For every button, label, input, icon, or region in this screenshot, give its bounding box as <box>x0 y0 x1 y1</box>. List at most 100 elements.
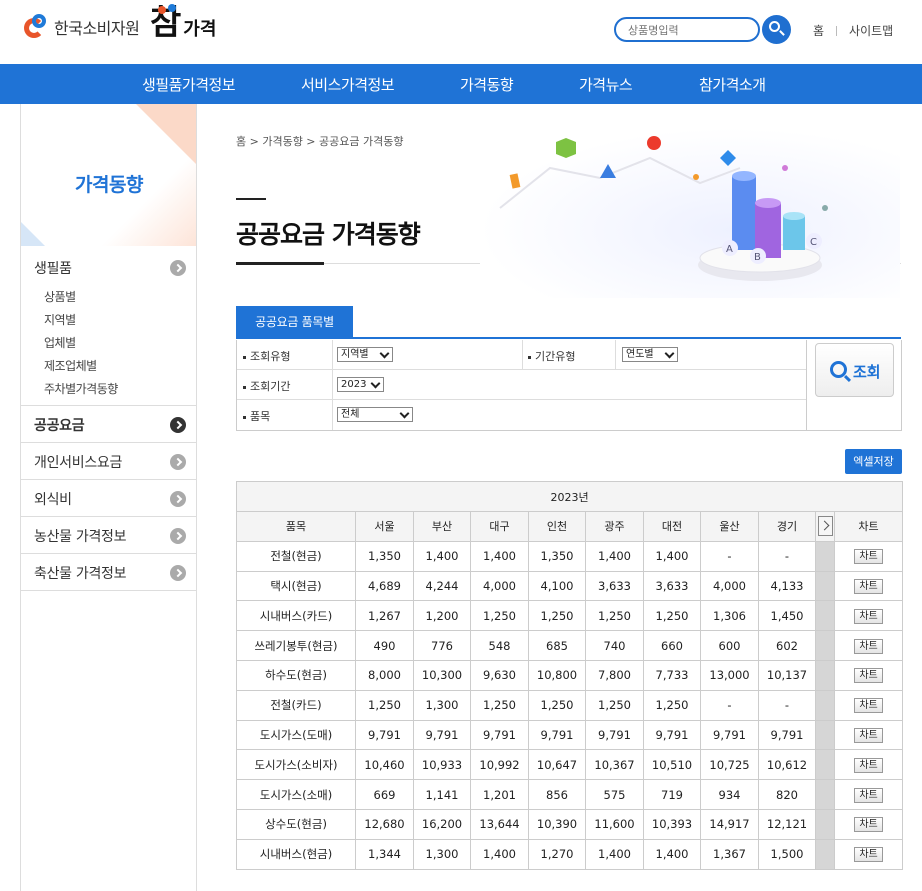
org-logo[interactable]: 한국소비자원 <box>24 14 140 40</box>
sidebar-item-daily-goods[interactable]: 생필품 <box>21 246 197 286</box>
column-header-region: 부산 <box>413 511 471 542</box>
search-input[interactable] <box>628 24 758 37</box>
lookup-label: 조회 <box>853 363 881 381</box>
chart-button[interactable]: 차트 <box>854 638 883 654</box>
tab-public-utilities-by-item[interactable]: 공공요금 품목별 <box>236 306 353 338</box>
main-nav: 생필품가격정보 서비스가격정보 가격동향 가격뉴스 참가격소개 <box>0 64 922 104</box>
chart-cell: 차트 <box>833 808 904 840</box>
org-name: 한국소비자원 <box>54 19 140 38</box>
price-cell: 10,300 <box>413 659 471 691</box>
nav-price-trends[interactable]: 가격동향 <box>460 74 514 95</box>
nav-about[interactable]: 참가격소개 <box>699 74 766 95</box>
side-nav-menu: 생필품 상품별 지역별 업체별 제조업체별 주차별가격동향 공공요금 개인서비스… <box>21 246 197 591</box>
chart-button[interactable]: 차트 <box>854 817 883 833</box>
chart-cell: 차트 <box>833 659 904 691</box>
site-header: 한국소비자원 참 가격 홈 사이트맵 <box>0 0 922 64</box>
nav-service-prices[interactable]: 서비스가격정보 <box>301 74 395 95</box>
price-cell: 7,733 <box>643 659 701 691</box>
price-cell: 10,612 <box>758 749 816 781</box>
excel-save-button[interactable]: 엑셀저장 <box>845 449 902 474</box>
column-header-region: 광주 <box>585 511 644 542</box>
table-row: 도시가스(소비자) 10,460 10,933 10,992 10,647 10,367 1… <box>236 749 904 781</box>
sidebar-subitem-weekly[interactable]: 주차별가격동향 <box>44 378 197 401</box>
column-header-item: 품목 <box>236 511 356 542</box>
scroll-gutter-cell <box>815 808 835 840</box>
sidebar-subitem-product[interactable]: 상품별 <box>44 286 197 309</box>
scroll-gutter-cell <box>815 719 835 751</box>
chart-button[interactable]: 차트 <box>854 727 883 743</box>
nav-price-news[interactable]: 가격뉴스 <box>579 74 633 95</box>
price-cell: 1,400 <box>643 838 701 870</box>
column-header-region: 인천 <box>528 511 586 542</box>
sitemap-link[interactable]: 사이트맵 <box>849 22 893 39</box>
scroll-gutter-cell <box>815 540 835 572</box>
price-cell: 1,141 <box>413 779 471 810</box>
price-cell: 12,680 <box>355 808 414 840</box>
scroll-gutter-cell <box>815 779 835 810</box>
chevron-right-icon <box>170 528 186 544</box>
chevron-right-icon <box>170 260 186 276</box>
chart-cell: 차트 <box>833 630 904 661</box>
chart-button[interactable]: 차트 <box>854 757 883 773</box>
item-name-cell: 도시가스(도매) <box>236 719 356 751</box>
price-cell: 575 <box>585 779 644 810</box>
brand-logo[interactable]: 참 가격 <box>150 4 216 42</box>
price-cell: 1,270 <box>528 838 586 870</box>
price-cell: 1,306 <box>700 600 759 632</box>
price-cell: 10,137 <box>758 659 816 691</box>
sidebar-item-livestock[interactable]: 축산물 가격정보 <box>21 554 197 591</box>
search-button[interactable] <box>762 15 791 44</box>
period-type-select[interactable]: 연도별 <box>622 347 678 362</box>
chart-cell: 차트 <box>833 719 904 751</box>
chevron-right-icon[interactable] <box>817 516 833 537</box>
sidebar-subitem-region[interactable]: 지역별 <box>44 309 197 332</box>
price-cell: - <box>700 540 759 572</box>
column-header-region: 울산 <box>700 511 759 542</box>
price-cell: 1,400 <box>413 540 471 572</box>
price-cell: 10,510 <box>643 749 701 781</box>
chart-button[interactable]: 차트 <box>854 668 883 684</box>
price-cell: 1,300 <box>413 838 471 870</box>
hero-label-a: A <box>726 244 733 255</box>
sidebar-subitem-vendor[interactable]: 업체별 <box>44 332 197 355</box>
side-nav: 가격동향 생필품 상품별 지역별 업체별 제조업체별 주차별가격동향 공공요금 … <box>20 104 197 891</box>
price-cell: 776 <box>413 630 471 661</box>
chevron-right-icon <box>170 565 186 581</box>
price-cell: 11,600 <box>585 808 644 840</box>
chevron-right-icon <box>170 491 186 507</box>
scroll-gutter-cell <box>815 570 835 602</box>
chart-button[interactable]: 차트 <box>854 847 883 863</box>
chart-button[interactable]: 차트 <box>854 578 883 594</box>
sidebar-item-dining[interactable]: 외식비 <box>21 480 197 517</box>
chart-cell: 차트 <box>833 600 904 632</box>
sidebar-subitem-manufacturer[interactable]: 제조업체별 <box>44 355 197 378</box>
price-cell: 12,121 <box>758 808 816 840</box>
sidebar-item-personal-services[interactable]: 개인서비스요금 <box>21 443 197 480</box>
price-cell: 4,100 <box>528 570 586 602</box>
price-cell: 1,200 <box>413 600 471 632</box>
price-cell: 10,933 <box>413 749 471 781</box>
period-select[interactable]: 2023 <box>337 377 384 392</box>
period-label: 조회기간 <box>243 378 290 394</box>
chart-button[interactable]: 차트 <box>854 608 883 624</box>
query-type-select[interactable]: 지역별 <box>337 347 393 362</box>
home-link[interactable]: 홈 <box>813 22 824 39</box>
price-cell: 1,500 <box>758 838 816 870</box>
filter-row: 품목 전체 <box>237 400 806 430</box>
chart-button[interactable]: 차트 <box>854 787 883 803</box>
price-cell: 16,200 <box>413 808 471 840</box>
lookup-button[interactable]: 조회 <box>815 343 894 397</box>
table-row: 하수도(현금) 8,000 10,300 9,630 10,800 7,800 7,733 1… <box>236 659 904 691</box>
table-row: 택시(현금) 4,689 4,244 4,000 4,100 3,633 3,633 4,00… <box>236 570 904 602</box>
item-select[interactable]: 전체 <box>337 407 413 422</box>
table-row: 시내버스(카드) 1,267 1,200 1,250 1,250 1,250 1,250 1,… <box>236 600 904 632</box>
price-cell: 1,250 <box>643 600 701 632</box>
price-cell: 14,917 <box>700 808 759 840</box>
brand-logo-small: 가격 <box>183 19 217 40</box>
nav-daily-goods[interactable]: 생필품가격정보 <box>142 74 236 95</box>
sidebar-item-agri[interactable]: 농산물 가격정보 <box>21 517 197 554</box>
chart-button[interactable]: 차트 <box>854 698 883 714</box>
sidebar-item-public-utilities[interactable]: 공공요금 <box>21 406 197 443</box>
chart-button[interactable]: 차트 <box>854 549 883 565</box>
column-header-region: 서울 <box>355 511 414 542</box>
